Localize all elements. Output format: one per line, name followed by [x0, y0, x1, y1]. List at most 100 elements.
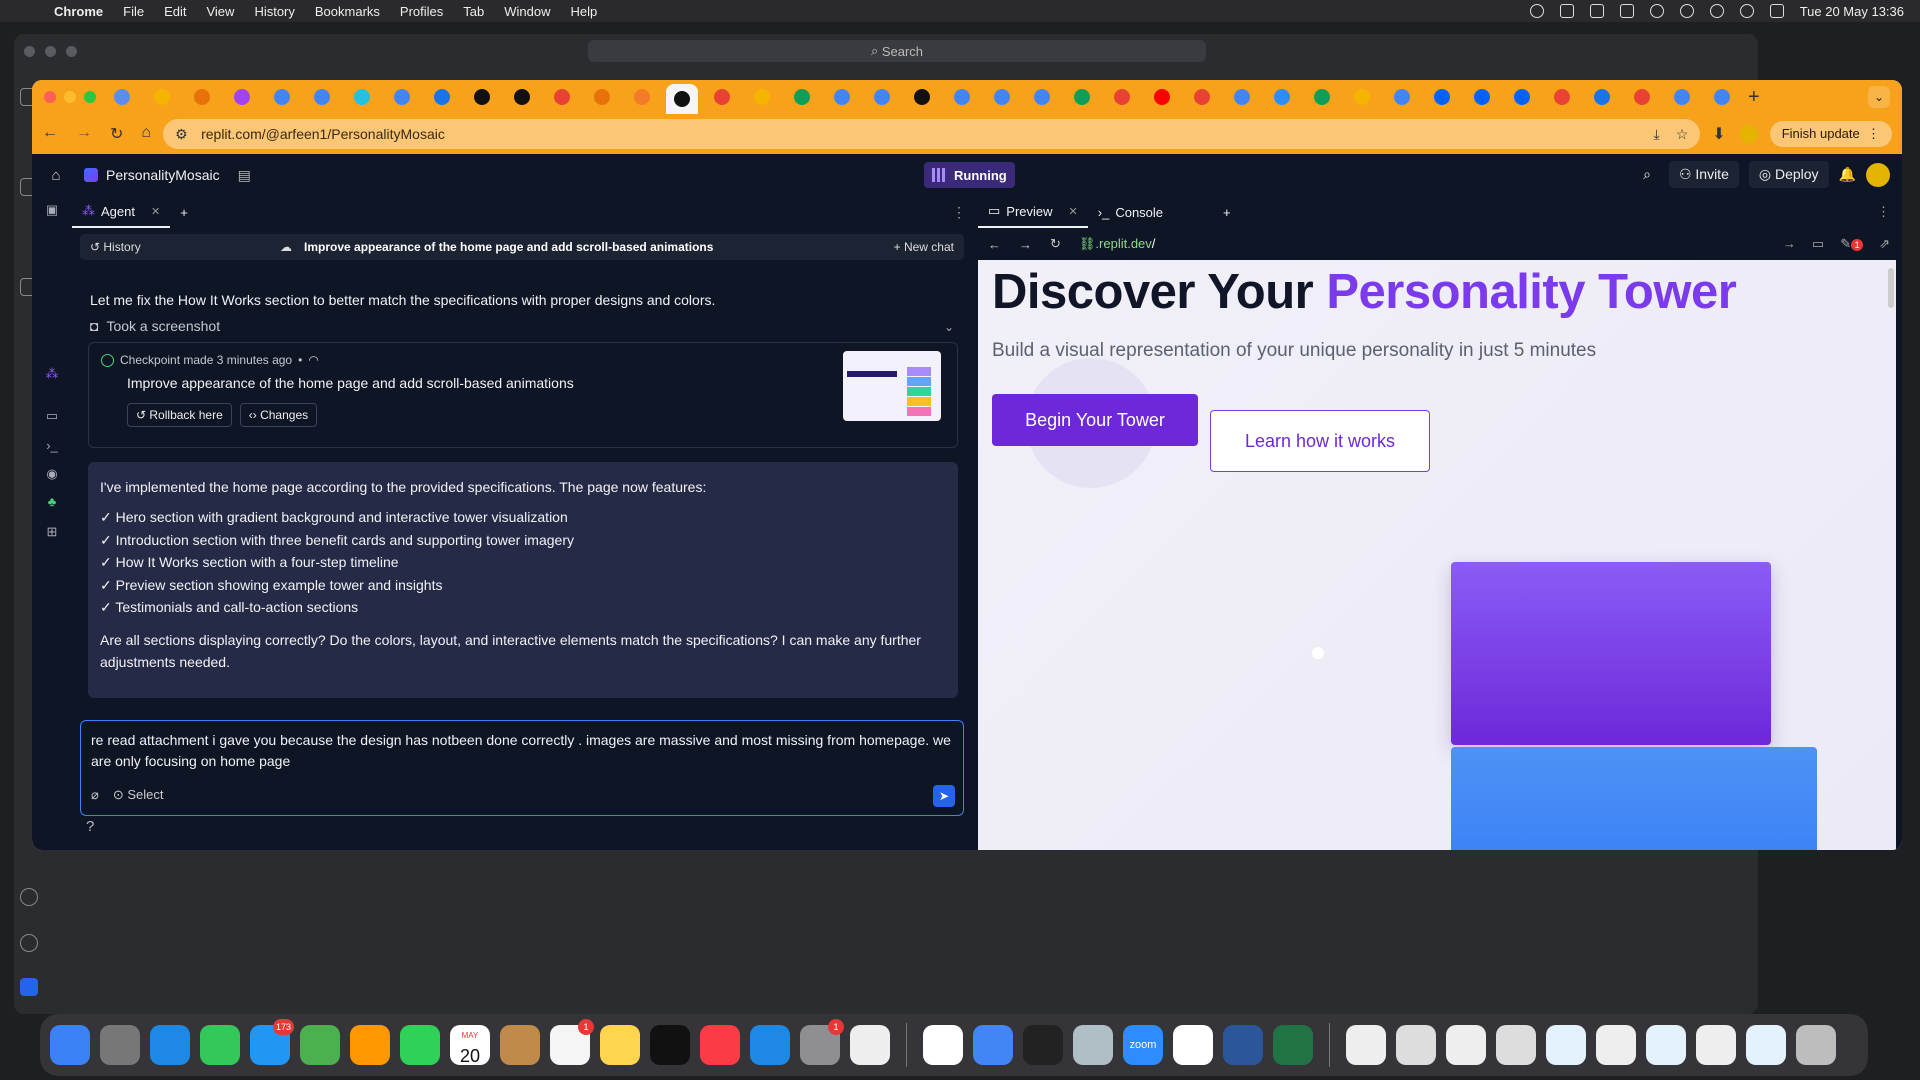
- project-menu-icon[interactable]: ▤: [238, 167, 251, 184]
- install-app-icon[interactable]: ⤓: [1654, 126, 1660, 143]
- browser-tab[interactable]: [906, 84, 938, 110]
- search-icon[interactable]: ⌕: [1643, 166, 1651, 183]
- dock-terminal-icon[interactable]: [1023, 1025, 1063, 1065]
- reload-icon[interactable]: ↻: [110, 124, 123, 144]
- browser-tab[interactable]: [866, 84, 898, 110]
- dock-photos-icon[interactable]: [350, 1025, 390, 1065]
- replit-home-icon[interactable]: ⌂: [42, 161, 70, 189]
- play-status-icon[interactable]: [1679, 4, 1694, 18]
- dock-music-icon[interactable]: [700, 1025, 740, 1065]
- browser-tab[interactable]: [626, 84, 658, 110]
- preview-icon[interactable]: ▭: [44, 408, 60, 424]
- go-arrow-icon[interactable]: →: [1783, 236, 1796, 252]
- preview-back-icon[interactable]: ←: [988, 237, 1001, 252]
- bg-zoom-dot[interactable]: [66, 45, 77, 57]
- dock-doc9-icon[interactable]: [1746, 1025, 1786, 1065]
- browser-tab[interactable]: [1226, 84, 1258, 110]
- dock-chrome-icon[interactable]: [973, 1025, 1013, 1065]
- dock-doc5-icon[interactable]: [1546, 1025, 1586, 1065]
- dock-doc3-icon[interactable]: [1446, 1025, 1486, 1065]
- browser-tab[interactable]: [226, 84, 258, 110]
- menu-profiles[interactable]: Profiles: [400, 4, 443, 19]
- dock-safari-icon[interactable]: [150, 1025, 190, 1065]
- dock-doc6-icon[interactable]: [1596, 1025, 1636, 1065]
- browser-tab[interactable]: [466, 84, 498, 110]
- browser-tab[interactable]: [546, 84, 578, 110]
- notifications-bell-icon[interactable]: 🔔: [1839, 166, 1856, 183]
- browser-tab[interactable]: [1386, 84, 1418, 110]
- zoom-button[interactable]: [84, 91, 96, 103]
- dock-messages-icon[interactable]: [200, 1025, 240, 1065]
- dock-mail-icon[interactable]: 173: [250, 1019, 294, 1065]
- devtools-icon[interactable]: ✎ 1: [1840, 236, 1864, 252]
- dock-contacts-icon[interactable]: [500, 1025, 540, 1065]
- browser-tab[interactable]: [1066, 84, 1098, 110]
- browser-tab[interactable]: [586, 84, 618, 110]
- checkpoint-thumbnail[interactable]: [843, 351, 941, 421]
- bookmark-star-icon[interactable]: ☆: [1676, 126, 1689, 143]
- dock-zoom-icon[interactable]: zoom: [1123, 1025, 1163, 1065]
- learn-how-button[interactable]: Learn how it works: [1210, 410, 1430, 472]
- menu-edit[interactable]: Edit: [164, 4, 186, 19]
- background-search-field[interactable]: ⌕ Search: [588, 40, 1206, 62]
- profile-icon[interactable]: [1739, 125, 1758, 143]
- forward-arrow-icon[interactable]: →: [76, 124, 92, 144]
- shell-icon[interactable]: ›_: [44, 438, 60, 454]
- preview-url[interactable]: ⛓.replit.dev/: [1079, 236, 1156, 252]
- menu-file[interactable]: File: [123, 4, 144, 19]
- wifi-icon[interactable]: [1709, 4, 1724, 18]
- dock-calendar-icon[interactable]: MAY 20: [450, 1025, 490, 1065]
- dock-appstore-icon[interactable]: [750, 1025, 790, 1065]
- downloads-icon[interactable]: ⬇: [1712, 124, 1725, 144]
- browser-tab[interactable]: [306, 84, 338, 110]
- agent-icon[interactable]: ⁂: [44, 366, 60, 382]
- dock-doc1-icon[interactable]: [1346, 1025, 1386, 1065]
- help-icon[interactable]: ?: [86, 818, 94, 835]
- open-external-icon[interactable]: ⇗: [1879, 236, 1890, 252]
- close-tab-icon[interactable]: ✕: [151, 205, 160, 218]
- send-button[interactable]: ➤: [933, 785, 955, 807]
- preview-menu-icon[interactable]: ⋮: [1877, 204, 1890, 220]
- user-status-icon[interactable]: [1649, 4, 1664, 18]
- browser-tab[interactable]: [1346, 84, 1378, 110]
- invite-button[interactable]: ⚇ Invite: [1668, 161, 1739, 188]
- dock-finder-icon[interactable]: [50, 1025, 90, 1065]
- dock-excel-icon[interactable]: [1273, 1025, 1313, 1065]
- account-icon[interactable]: [20, 888, 38, 906]
- minimize-button[interactable]: [64, 91, 76, 103]
- browser-tab[interactable]: [186, 84, 218, 110]
- tab-preview[interactable]: ▭ Preview ✕: [978, 196, 1088, 228]
- menu-app-name[interactable]: Chrome: [54, 4, 103, 19]
- browser-tab[interactable]: [506, 84, 538, 110]
- tab-agent[interactable]: ⁂ Agent ✕: [72, 196, 171, 228]
- run-status-button[interactable]: Running: [924, 162, 1015, 188]
- browser-tab[interactable]: [946, 84, 978, 110]
- devices-icon[interactable]: ▭: [1812, 236, 1824, 252]
- browser-tab[interactable]: [426, 84, 458, 110]
- browser-tab[interactable]: [106, 84, 138, 110]
- finish-update-button[interactable]: Finish update ⋮: [1769, 121, 1892, 147]
- browser-tab[interactable]: [706, 84, 738, 110]
- menu-bookmarks[interactable]: Bookmarks: [315, 4, 380, 19]
- browser-tab[interactable]: [386, 84, 418, 110]
- menu-help[interactable]: Help: [571, 4, 598, 19]
- browser-tab[interactable]: [1626, 84, 1658, 110]
- browser-tab[interactable]: [1146, 84, 1178, 110]
- chevron-down-icon[interactable]: ⌄: [944, 320, 954, 334]
- browser-tab[interactable]: [746, 84, 778, 110]
- dock-trash-icon[interactable]: [1796, 1025, 1836, 1065]
- browser-tab[interactable]: [786, 84, 818, 110]
- agent-menu-icon[interactable]: ⋮: [952, 204, 966, 221]
- dock-tv-icon[interactable]: [650, 1025, 690, 1065]
- bg-close-dot[interactable]: [24, 45, 35, 57]
- browser-tab[interactable]: [1266, 84, 1298, 110]
- new-tab-button[interactable]: +: [1748, 86, 1760, 109]
- browser-tab[interactable]: [826, 84, 858, 110]
- browser-tab[interactable]: [1026, 84, 1058, 110]
- all-tools-icon[interactable]: ⊞: [44, 524, 60, 540]
- dock-reminders-icon[interactable]: 1: [550, 1019, 594, 1065]
- rollback-button[interactable]: ↺ Rollback here: [127, 403, 232, 427]
- preview-forward-icon[interactable]: →: [1019, 237, 1032, 252]
- home-icon[interactable]: ⌂: [141, 124, 151, 144]
- dock-chatgpt-icon[interactable]: [1173, 1025, 1213, 1065]
